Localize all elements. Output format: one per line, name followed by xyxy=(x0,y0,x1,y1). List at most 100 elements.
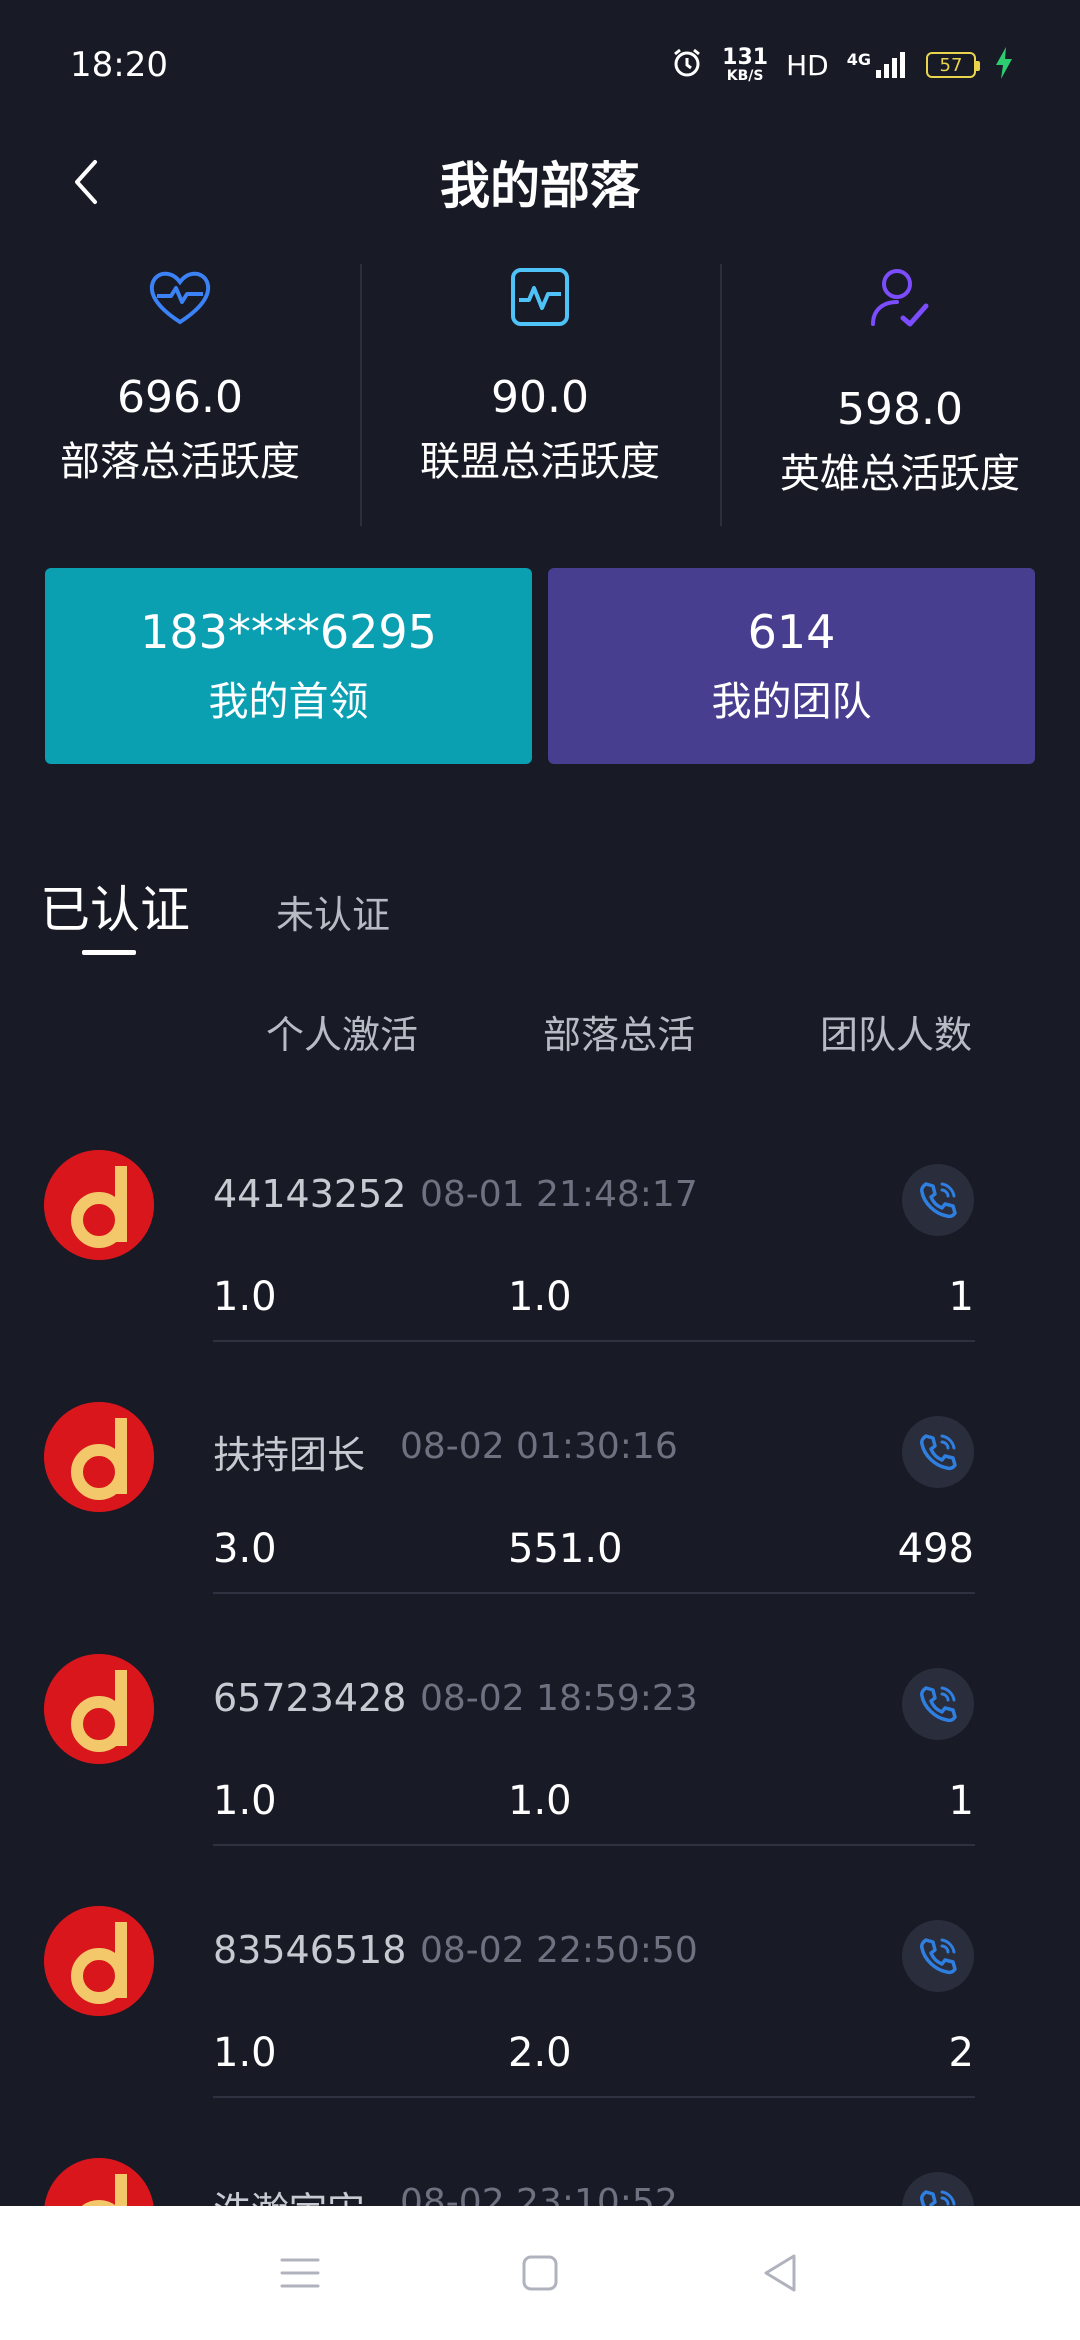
system-nav-bar xyxy=(0,2206,1080,2340)
personal-activation: 1.0 xyxy=(213,1274,277,1320)
list-item[interactable]: 浩瀚宇宙 08-02 23:10:52 xyxy=(0,2146,1080,2206)
system-back-button[interactable] xyxy=(750,2243,810,2303)
summary-cards: 183****6295 我的首领 614 我的团队 xyxy=(45,568,1035,764)
stat-value: 598.0 xyxy=(837,384,963,435)
call-button[interactable] xyxy=(902,1416,974,1488)
avatar xyxy=(44,1906,154,2016)
stat-alliance-activity: 90.0 联盟总活跃度 xyxy=(360,258,720,528)
my-leader-card[interactable]: 183****6295 我的首领 xyxy=(45,568,532,764)
member-name: 44143252 xyxy=(213,1172,407,1216)
status-time: 18:20 xyxy=(70,45,168,85)
phone-icon xyxy=(920,1434,957,1471)
signal-icon: 4G xyxy=(847,50,908,80)
stat-label: 联盟总活跃度 xyxy=(420,439,660,485)
member-time: 08-01 21:48:17 xyxy=(420,1174,698,1215)
my-team-card[interactable]: 614 我的团队 xyxy=(548,568,1035,764)
tab-label: 已认证 xyxy=(40,881,190,939)
call-button[interactable] xyxy=(902,1920,974,1992)
stat-label: 英雄总活跃度 xyxy=(780,451,1020,497)
list-item[interactable]: 65723428 08-02 18:59:23 1.0 1.0 1 xyxy=(0,1642,1080,1894)
call-button[interactable] xyxy=(902,1164,974,1236)
team-size: 1 xyxy=(948,1274,974,1320)
speed-unit: KB/S xyxy=(726,68,764,84)
home-button[interactable] xyxy=(510,2243,570,2303)
member-name: 浩瀚宇宙 xyxy=(213,2180,365,2206)
member-list: 44143252 08-01 21:48:17 1.0 1.0 1 扶持团长 0… xyxy=(0,1126,1080,2206)
home-square-icon xyxy=(522,2255,558,2291)
back-button[interactable] xyxy=(64,154,108,210)
member-time: 08-02 01:30:16 xyxy=(400,1426,678,1467)
column-personal-activation: 个人激活 xyxy=(266,1013,419,1057)
row-divider xyxy=(213,2096,975,2098)
page-title: 我的部落 xyxy=(440,157,640,215)
tribe-total: 1.0 xyxy=(508,1274,572,1320)
back-triangle-icon xyxy=(764,2254,796,2292)
member-time: 08-02 23:10:52 xyxy=(400,2182,678,2206)
battery-indicator: 57 xyxy=(926,52,980,78)
avatar xyxy=(44,1654,154,1764)
team-size: 2 xyxy=(948,2030,974,2076)
phone-icon xyxy=(920,2190,956,2206)
heart-pulse-icon xyxy=(149,271,211,325)
status-bar: 18:20 131 KB/S HD 4G 57 xyxy=(0,0,1080,130)
team-size: 498 xyxy=(897,1526,974,1572)
column-team-size: 团队人数 xyxy=(820,1013,973,1057)
team-label: 我的团队 xyxy=(711,679,872,725)
row-divider xyxy=(213,1340,975,1342)
member-time: 08-02 22:50:50 xyxy=(420,1930,698,1971)
tab-indicator xyxy=(82,950,136,955)
row-divider xyxy=(213,1844,975,1846)
tab-label: 未认证 xyxy=(276,893,391,937)
team-size: 1 xyxy=(948,1778,974,1824)
stat-hero-activity: 598.0 英雄总活跃度 xyxy=(720,258,1080,528)
stat-value: 90.0 xyxy=(491,372,589,423)
member-time: 08-02 18:59:23 xyxy=(420,1678,698,1719)
phone-icon xyxy=(920,1182,957,1219)
alarm-icon xyxy=(670,46,704,84)
column-headers: 个人激活 部落总活 团队人数 xyxy=(0,1004,1080,1064)
tribe-total: 2.0 xyxy=(508,2030,572,2076)
tribe-total: 1.0 xyxy=(508,1778,572,1824)
phone-icon xyxy=(920,1686,957,1723)
stat-tribe-activity: 696.0 部落总活跃度 xyxy=(0,258,360,528)
speed-value: 131 xyxy=(722,45,769,70)
member-name: 扶持团长 xyxy=(213,1433,366,1477)
list-item[interactable]: 44143252 08-01 21:48:17 1.0 1.0 1 xyxy=(0,1138,1080,1390)
stats-row: 696.0 部落总活跃度 90.0 联盟总活跃度 598.0 英雄总活跃度 xyxy=(0,258,1080,528)
call-button[interactable] xyxy=(902,1668,974,1740)
chevron-left-icon xyxy=(75,160,97,204)
tab-unverified[interactable]: 未认证 xyxy=(276,884,390,939)
avatar xyxy=(44,1402,154,1512)
row-divider xyxy=(213,1592,975,1594)
column-tribe-total: 部落总活 xyxy=(543,1013,696,1057)
auth-tabs: 已认证 未认证 xyxy=(40,870,390,960)
list-item[interactable]: 扶持团长 08-02 01:30:16 3.0 551.0 498 xyxy=(0,1390,1080,1642)
list-item[interactable]: 83546518 08-02 22:50:50 1.0 2.0 2 xyxy=(0,1894,1080,2146)
avatar xyxy=(44,2158,154,2206)
network-type: 4G xyxy=(846,50,871,69)
nav-bar: 我的部落 xyxy=(0,130,1080,234)
charging-icon xyxy=(994,47,1014,83)
member-name: 83546518 xyxy=(213,1928,407,1972)
call-button[interactable] xyxy=(902,2172,974,2206)
network-speed: 131 KB/S xyxy=(722,45,769,84)
leader-label: 我的首领 xyxy=(208,679,369,725)
phone-icon xyxy=(920,1938,957,1975)
user-check-icon xyxy=(871,269,929,327)
personal-activation: 3.0 xyxy=(213,1526,277,1572)
leader-phone: 183****6295 xyxy=(140,605,437,659)
menu-button[interactable] xyxy=(270,2243,330,2303)
personal-activation: 1.0 xyxy=(213,1778,277,1824)
stat-value: 696.0 xyxy=(117,372,243,423)
personal-activation: 1.0 xyxy=(213,2030,277,2076)
team-count: 614 xyxy=(747,605,836,659)
activity-monitor-icon xyxy=(511,268,569,326)
hd-indicator: HD xyxy=(786,48,829,82)
member-name: 65723428 xyxy=(213,1676,407,1720)
tribe-total: 551.0 xyxy=(508,1526,623,1572)
avatar xyxy=(44,1150,154,1260)
menu-icon xyxy=(280,2258,320,2288)
stat-label: 部落总活跃度 xyxy=(60,439,300,485)
status-icons: 131 KB/S HD 4G 57 xyxy=(670,46,1014,84)
tab-verified[interactable]: 已认证 xyxy=(40,870,190,955)
